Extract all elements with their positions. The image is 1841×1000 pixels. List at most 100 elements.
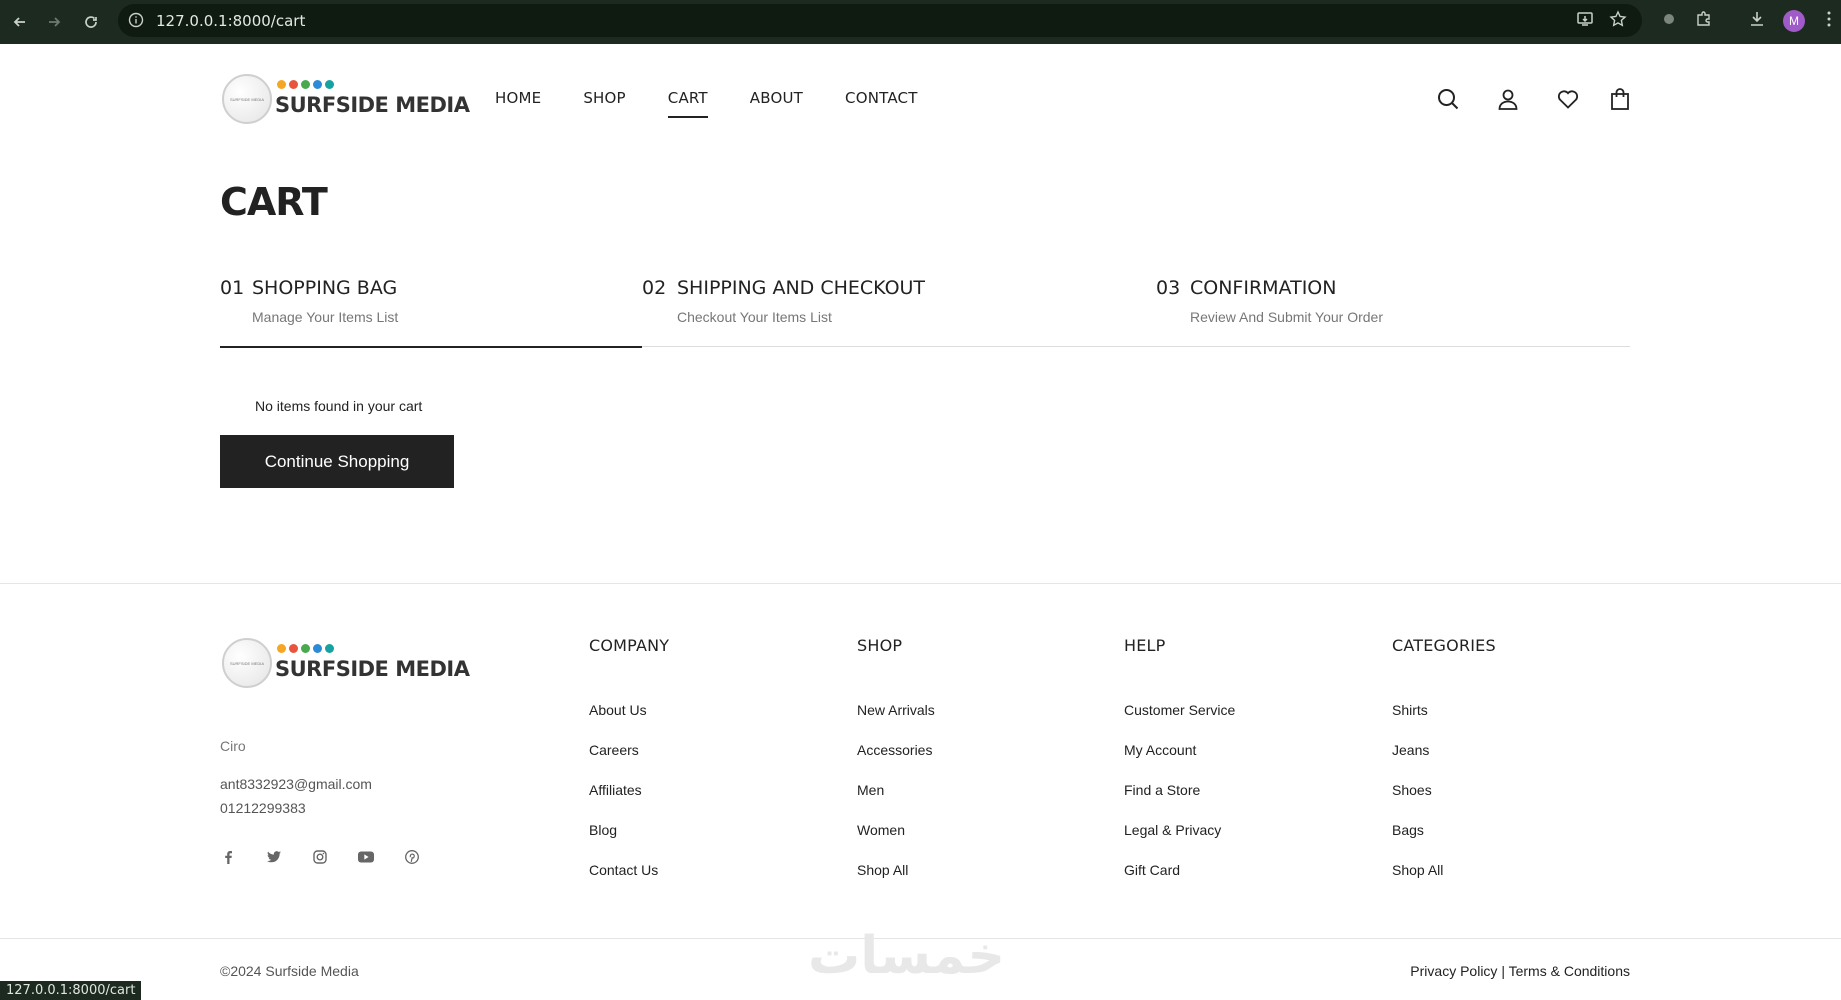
footer-link[interactable]: Find a Store (1124, 782, 1235, 822)
reload-icon[interactable] (79, 10, 103, 34)
status-bar-url: 127.0.0.1:8000/cart (0, 981, 142, 1000)
footer-link[interactable]: Women (857, 822, 935, 862)
logo-dot (313, 644, 322, 653)
search-icon[interactable] (1436, 87, 1460, 111)
address-url[interactable]: 127.0.0.1:8000/cart (156, 12, 305, 30)
site-header: SURFSIDE MEDIA SURFSIDE MEDIA HOME SHOP … (0, 44, 1841, 154)
footer-link[interactable]: Bags (1392, 822, 1496, 862)
facebook-icon[interactable] (220, 849, 236, 865)
logo-dot (289, 80, 298, 89)
footer-column-heading: HELP (1124, 636, 1166, 655)
nav-home[interactable]: HOME (495, 89, 541, 107)
footer-link[interactable]: Men (857, 782, 935, 822)
footer-logo[interactable]: SURFSIDE MEDIA SURFSIDE MEDIA (222, 638, 470, 688)
pinterest-icon[interactable] (404, 849, 420, 865)
logo-badge-text: SURFSIDE MEDIA (229, 660, 264, 666)
footer-address: Ciro (220, 738, 246, 754)
logo-dot (277, 644, 286, 653)
footer-link[interactable]: Shirts (1392, 702, 1496, 742)
twitter-icon[interactable] (266, 849, 282, 865)
footer-column-heading: COMPANY (589, 636, 670, 655)
terms-link[interactable]: Terms & Conditions (1509, 963, 1630, 979)
privacy-policy-link[interactable]: Privacy Policy (1410, 963, 1497, 979)
empty-cart-message: No items found in your cart (255, 398, 423, 414)
step-confirmation[interactable]: 03 CONFIRMATION Review And Submit Your O… (1156, 275, 1630, 347)
footer-link[interactable]: Contact Us (589, 862, 669, 902)
step-title: SHOPPING BAG (252, 277, 398, 299)
footer-link[interactable]: Careers (589, 742, 669, 782)
footer-email[interactable]: ant8332923@gmail.com (220, 776, 372, 792)
footer-link[interactable]: Shop All (857, 862, 935, 902)
install-app-icon[interactable] (1576, 10, 1594, 33)
nav-about[interactable]: ABOUT (750, 89, 803, 107)
footer-link[interactable]: Accessories (857, 742, 935, 782)
step-number: 01 (220, 277, 245, 299)
extension-icon[interactable] (1660, 10, 1678, 33)
logo-dot (325, 644, 334, 653)
extensions-puzzle-icon[interactable] (1695, 10, 1713, 33)
profile-avatar[interactable]: M (1783, 10, 1805, 32)
footer-column-help: HELP Customer Service My Account Find a … (1124, 636, 1235, 902)
youtube-icon[interactable] (358, 849, 374, 865)
logo-badge: SURFSIDE MEDIA (222, 74, 272, 124)
step-shopping-bag[interactable]: 01 SHOPPING BAG Manage Your Items List (220, 275, 642, 348)
nav-shop[interactable]: SHOP (583, 89, 625, 107)
watermark-text: خمسات (808, 926, 1006, 986)
bookmark-star-icon[interactable] (1609, 10, 1627, 33)
footer-link[interactable]: Legal & Privacy (1124, 822, 1235, 862)
site-info-icon[interactable] (128, 12, 144, 33)
bag-icon[interactable] (1608, 87, 1632, 111)
footer-link[interactable]: Jeans (1392, 742, 1496, 782)
footer-link-list: About Us Careers Affiliates Blog Contact… (589, 702, 669, 902)
footer-link-list: New Arrivals Accessories Men Women Shop … (857, 702, 935, 902)
instagram-icon[interactable] (312, 849, 328, 865)
nav-cart[interactable]: CART (667, 89, 708, 118)
social-links (220, 849, 450, 865)
step-subtitle: Review And Submit Your Order (1190, 309, 1383, 325)
footer-link[interactable]: Blog (589, 822, 669, 862)
main-nav: HOME SHOP CART ABOUT CONTACT (495, 89, 960, 118)
logo-badge: SURFSIDE MEDIA (222, 638, 272, 688)
footer-link[interactable]: My Account (1124, 742, 1235, 782)
logo-dot (313, 80, 322, 89)
logo-dot (301, 80, 310, 89)
footer-column-heading: CATEGORIES (1392, 636, 1496, 655)
legal-separator: | (1501, 963, 1505, 979)
continue-shopping-button[interactable]: Continue Shopping (220, 435, 454, 488)
address-bar[interactable]: 127.0.0.1:8000/cart (118, 4, 1642, 37)
browser-menu-icon[interactable] (1826, 10, 1832, 33)
footer-link[interactable]: Customer Service (1124, 702, 1235, 742)
user-icon[interactable] (1496, 87, 1520, 111)
logo-dots (277, 644, 334, 653)
back-icon[interactable] (8, 10, 32, 34)
footer-column-company: COMPANY About Us Careers Affiliates Blog… (589, 636, 669, 902)
footer-link[interactable]: Shop All (1392, 862, 1496, 902)
step-number: 02 (642, 277, 667, 299)
step-number: 03 (1156, 277, 1181, 299)
downloads-icon[interactable] (1748, 10, 1766, 33)
page-title: CART (220, 180, 328, 224)
legal-links: Privacy Policy | Terms & Conditions (1410, 963, 1630, 979)
logo-dot (301, 644, 310, 653)
nav-contact[interactable]: CONTACT (845, 89, 918, 107)
footer-link[interactable]: Gift Card (1124, 862, 1235, 902)
logo-dot (325, 80, 334, 89)
footer-link[interactable]: Shoes (1392, 782, 1496, 822)
footer-divider (0, 583, 1841, 584)
footer-link[interactable]: Affiliates (589, 782, 669, 822)
heart-icon[interactable] (1556, 87, 1580, 111)
copyright-text: ©2024 Surfside Media (220, 963, 359, 979)
logo-wordmark: SURFSIDE MEDIA (275, 657, 470, 681)
footer-link[interactable]: New Arrivals (857, 702, 935, 742)
footer-link-list: Customer Service My Account Find a Store… (1124, 702, 1235, 902)
logo-dots (277, 80, 334, 89)
footer-link-list: Shirts Jeans Shoes Bags Shop All (1392, 702, 1496, 902)
step-shipping-checkout[interactable]: 02 SHIPPING AND CHECKOUT Checkout Your I… (642, 275, 1156, 347)
footer-phone[interactable]: 01212299383 (220, 800, 306, 816)
logo-dot (289, 644, 298, 653)
logo-wordmark: SURFSIDE MEDIA (275, 93, 470, 117)
forward-icon[interactable] (42, 10, 66, 34)
site-logo[interactable]: SURFSIDE MEDIA SURFSIDE MEDIA (222, 74, 470, 124)
footer-link[interactable]: About Us (589, 702, 669, 742)
step-subtitle: Checkout Your Items List (677, 309, 832, 325)
